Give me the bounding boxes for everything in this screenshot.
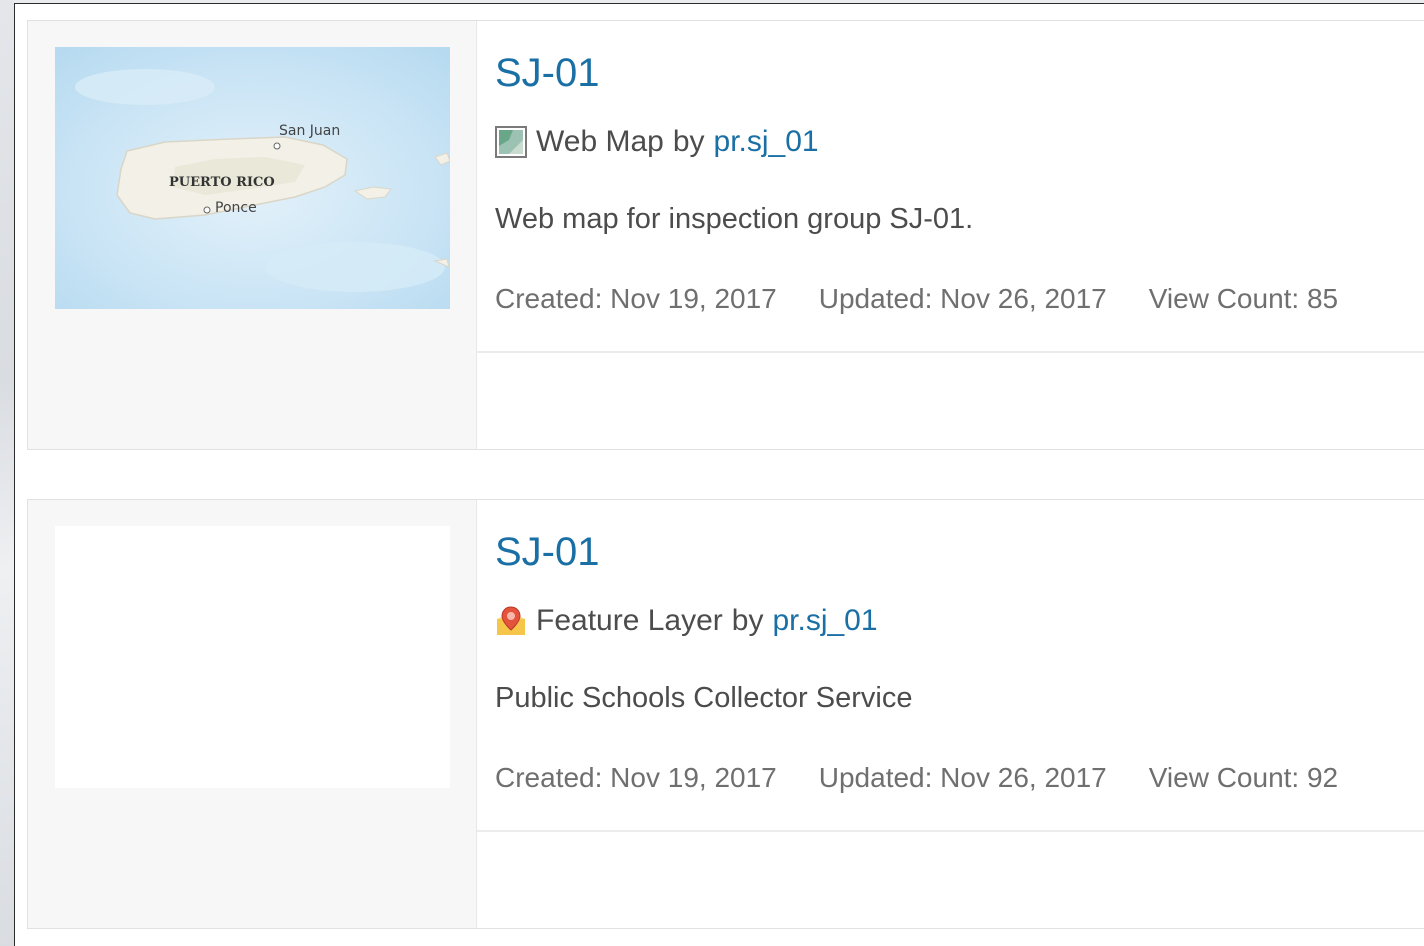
item-type-label: Feature Layer [536,604,723,637]
map-label-island: PUERTO RICO [169,175,275,190]
item-type-line: Feature Layer by pr.sj_01 [495,604,878,638]
item-description: Public Schools Collector Service [495,682,913,714]
thumbnail-column [28,500,477,928]
item-thumbnail[interactable]: San Juan PUERTO RICO Ponce [55,47,450,309]
item-info: SJ-01 Web Map by pr.sj_01 Web map for in… [477,21,1424,449]
updated-date: Updated: Nov 26, 2017 [818,762,1107,793]
result-card: SJ-01 Feature Layer by pr.sj_01 Public S… [27,499,1424,929]
web-map-icon [495,126,527,158]
map-label-city2: Ponce [215,200,257,216]
created-date: Created: Nov 19, 2017 [495,762,777,793]
by-label: by [672,125,705,158]
item-type-label: Web Map [536,125,664,158]
updated-date: Updated: Nov 26, 2017 [818,283,1107,314]
thumbnail-column: San Juan PUERTO RICO Ponce [28,21,477,449]
item-metadata: Created: Nov 19, 2017 Updated: Nov 26, 2… [495,762,1338,794]
owner-link[interactable]: pr.sj_01 [714,125,819,159]
item-description: Web map for inspection group SJ-01. [495,203,974,235]
item-info: SJ-01 Feature Layer by pr.sj_01 Public S… [477,500,1424,928]
feature-layer-icon [495,605,527,637]
puerto-rico-map-thumbnail: San Juan PUERTO RICO Ponce [55,47,450,309]
view-count: View Count: 85 [1148,283,1339,314]
by-label: by [731,604,764,637]
result-card: San Juan PUERTO RICO Ponce SJ-01 Web Map [27,20,1424,450]
map-label-city1: San Juan [279,123,340,139]
divider [477,830,1424,832]
owner-link[interactable]: pr.sj_01 [772,604,877,638]
item-type-line: Web Map by pr.sj_01 [495,125,819,159]
item-thumbnail[interactable] [55,526,450,788]
created-date: Created: Nov 19, 2017 [495,283,777,314]
search-results-list: San Juan PUERTO RICO Ponce SJ-01 Web Map [14,3,1424,946]
divider [477,351,1424,353]
item-title-link[interactable]: SJ-01 [495,530,600,574]
background-edge [0,0,14,946]
view-count: View Count: 92 [1148,762,1339,793]
item-title-link[interactable]: SJ-01 [495,51,600,95]
item-metadata: Created: Nov 19, 2017 Updated: Nov 26, 2… [495,283,1338,315]
